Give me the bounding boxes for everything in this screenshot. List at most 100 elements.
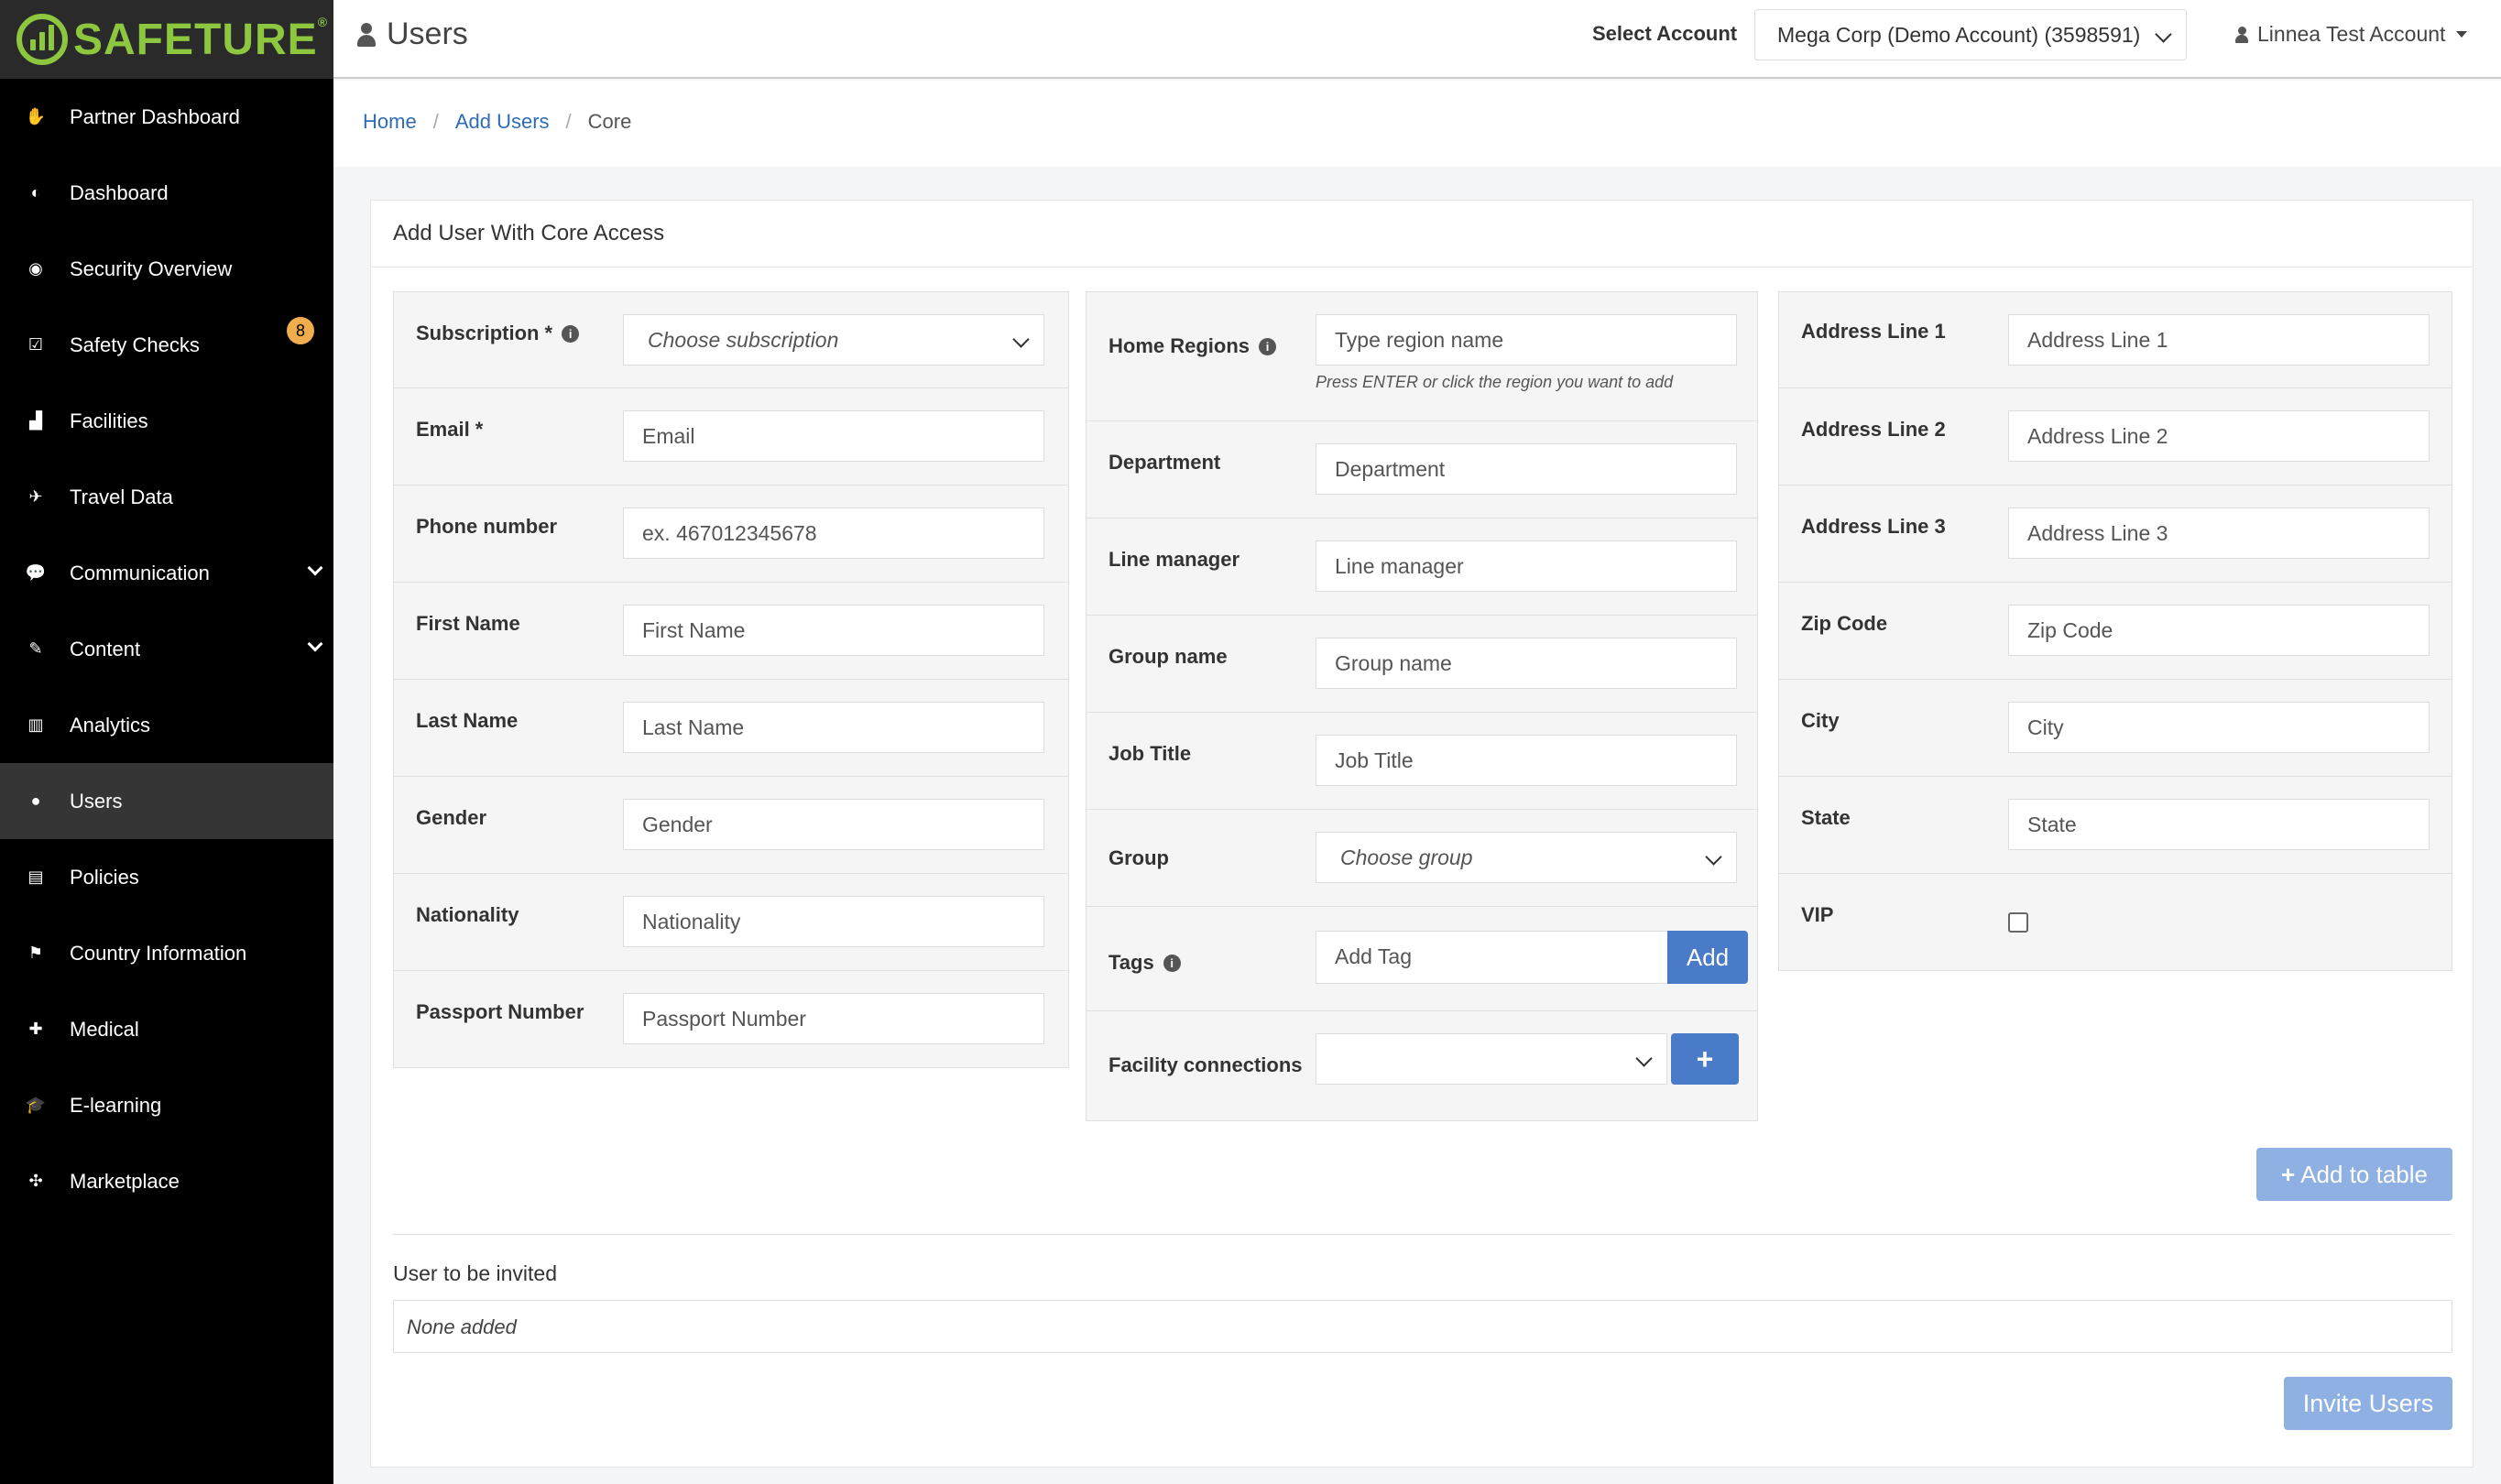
home-regions-label: Home Regions [1109, 334, 1250, 357]
plane-icon: ✈ [28, 487, 43, 506]
breadcrumb-separator: / [565, 110, 572, 133]
flag-icon: ⚑ [27, 944, 44, 962]
form-row-city: City City [1779, 679, 2452, 776]
sidebar-item-label: Partner Dashboard [70, 104, 240, 128]
group-select[interactable]: Choose group [1316, 832, 1737, 883]
form-row-job-title: Job Title Job Title [1087, 712, 1757, 809]
department-field[interactable]: Department [1316, 443, 1737, 495]
user-menu-name: Linnea Test Account [2257, 22, 2446, 46]
address-line-1-label: Address Line 1 [1801, 320, 1946, 343]
chevron-down-icon [307, 636, 323, 652]
tag-input[interactable]: Add Tag [1316, 931, 1669, 984]
home-regions-input[interactable]: Type region name [1316, 314, 1737, 366]
line-manager-field[interactable]: Line manager [1316, 540, 1737, 592]
last-name-field[interactable]: Last Name [623, 702, 1044, 753]
zip-code-field[interactable]: Zip Code [2008, 605, 2430, 656]
vip-checkbox[interactable] [2008, 912, 2028, 933]
home-regions-hint: Press ENTER or click the region you want… [1316, 373, 1674, 391]
last-name-label: Last Name [416, 709, 519, 732]
puzzle-icon: ✣ [28, 1172, 43, 1190]
address-line-3-label: Address Line 3 [1801, 515, 1946, 538]
edit-icon: ✎ [28, 639, 43, 658]
form-column-organization: Home Regions i Type region name Press ENT… [1086, 291, 1758, 1121]
chevron-down-icon [2155, 26, 2172, 43]
subscription-select-value: Choose subscription [648, 328, 839, 352]
form-row-last-name: Last Name Last Name [394, 679, 1068, 776]
add-tag-button[interactable]: Add [1667, 931, 1748, 984]
form-row-email: Email * Email [394, 387, 1068, 485]
form-row-state: State State [1779, 776, 2452, 873]
account-select[interactable]: Mega Corp (Demo Account) (3598591) [1754, 9, 2187, 60]
safeture-logo[interactable]: SAFETURE® [0, 0, 333, 79]
sidebar-item-label: Communication [70, 561, 210, 584]
info-icon[interactable]: i [1259, 337, 1277, 355]
add-facility-button[interactable]: + [1671, 1033, 1739, 1085]
graduation-cap-icon: 🎓 [25, 1096, 47, 1114]
sidebar-item-dashboard[interactable]: ◐ Dashboard [0, 155, 333, 231]
sidebar-item-safety-checks[interactable]: ☑ Safety Checks [0, 307, 333, 383]
account-select-value: Mega Corp (Demo Account) (3598591) [1777, 23, 2141, 47]
sidebar-item-e-learning[interactable]: 🎓 E-learning [0, 1067, 333, 1143]
globe-icon: ◉ [28, 259, 43, 278]
sidebar-item-facilities[interactable]: ▟ Facilities [0, 383, 333, 459]
chevron-down-icon [1705, 848, 1722, 866]
add-user-card: Add User With Core Access Subscription *… [370, 200, 2474, 1468]
job-title-field[interactable]: Job Title [1316, 735, 1737, 786]
invite-users-button[interactable]: Invite Users [2284, 1377, 2452, 1430]
nationality-field[interactable]: Nationality [623, 896, 1044, 947]
select-account-label: Select Account [1592, 22, 1738, 45]
state-field[interactable]: State [2008, 799, 2430, 850]
breadcrumb-home[interactable]: Home [363, 110, 417, 134]
form-row-department: Department Department [1087, 420, 1757, 518]
subscription-label: Subscription * [416, 322, 553, 344]
form-row-facility-connections: Facility connections + [1087, 1010, 1757, 1120]
gender-field[interactable]: Gender [623, 799, 1044, 850]
sidebar-item-communication[interactable]: 💬 Communication [0, 535, 333, 611]
first-name-field[interactable]: First Name [623, 605, 1044, 656]
breadcrumb-bar: Home / Add Users / Core [333, 81, 2501, 167]
group-name-label: Group name [1109, 645, 1228, 668]
sidebar-item-label: Analytics [70, 713, 151, 737]
form-row-subscription: Subscription * i Choose subscription [394, 292, 1068, 387]
sidebar-item-medical[interactable]: ✚ Medical [0, 991, 333, 1067]
sidebar-item-country-information[interactable]: ⚑ Country Information [0, 915, 333, 991]
phone-field[interactable]: ex. 467012345678 [623, 507, 1044, 559]
sidebar-item-partner-dashboard[interactable]: ✋ Partner Dashboard [0, 79, 333, 155]
email-field[interactable]: Email [623, 410, 1044, 462]
info-icon[interactable]: i [1163, 954, 1181, 972]
facility-select[interactable] [1316, 1033, 1667, 1085]
breadcrumb-add-users[interactable]: Add Users [455, 110, 550, 134]
sidebar-item-marketplace[interactable]: ✣ Marketplace [0, 1143, 333, 1219]
brand-name: SAFETURE [73, 15, 318, 64]
city-field[interactable]: City [2008, 702, 2430, 753]
sidebar-item-security-overview[interactable]: ◉ Security Overview [0, 231, 333, 307]
page-title-text: Users [387, 16, 468, 51]
form-column-personal: Subscription * i Choose subscription Emai… [393, 291, 1069, 1068]
form-row-phone: Phone number ex. 467012345678 [394, 485, 1068, 582]
passport-field[interactable]: Passport Number [623, 993, 1044, 1044]
subscription-select[interactable]: Choose subscription [623, 314, 1044, 366]
sidebar-nav: ✋ Partner Dashboard ◐ Dashboard ◉ Security … [0, 79, 333, 1219]
address-line-2-field[interactable]: Address Line 2 [2008, 410, 2430, 462]
sidebar-item-users[interactable]: ● Users [0, 763, 333, 839]
sidebar-item-travel-data[interactable]: ✈ Travel Data [0, 459, 333, 535]
sidebar-item-content[interactable]: ✎ Content [0, 611, 333, 687]
group-name-field[interactable]: Group name [1316, 638, 1737, 689]
form-row-home-regions: Home Regions i Type region name Press ENT… [1087, 292, 1757, 420]
sidebar-item-label: Country Information [70, 941, 247, 965]
users-to-invite-list: None added [393, 1300, 2452, 1353]
user-menu[interactable]: Linnea Test Account [2235, 22, 2468, 47]
info-icon[interactable]: i [562, 324, 580, 343]
sidebar-item-policies[interactable]: ▤ Policies [0, 839, 333, 915]
sidebar: SAFETURE® ✋ Partner Dashboard ◐ Dashboard … [0, 0, 333, 1484]
checkbox-icon: ☑ [27, 335, 44, 354]
sidebar-item-analytics[interactable]: ▥ Analytics [0, 687, 333, 763]
city-label: City [1801, 709, 1840, 732]
plus-icon: + [2281, 1160, 2296, 1188]
address-line-3-field[interactable]: Address Line 3 [2008, 507, 2430, 559]
address-line-1-field[interactable]: Address Line 1 [2008, 314, 2430, 366]
sidebar-item-label: Security Overview [70, 256, 233, 280]
add-to-table-button[interactable]: + Add to table [2256, 1148, 2452, 1201]
handshake-icon: ✋ [25, 107, 47, 125]
form-row-group-name: Group name Group name [1087, 615, 1757, 712]
